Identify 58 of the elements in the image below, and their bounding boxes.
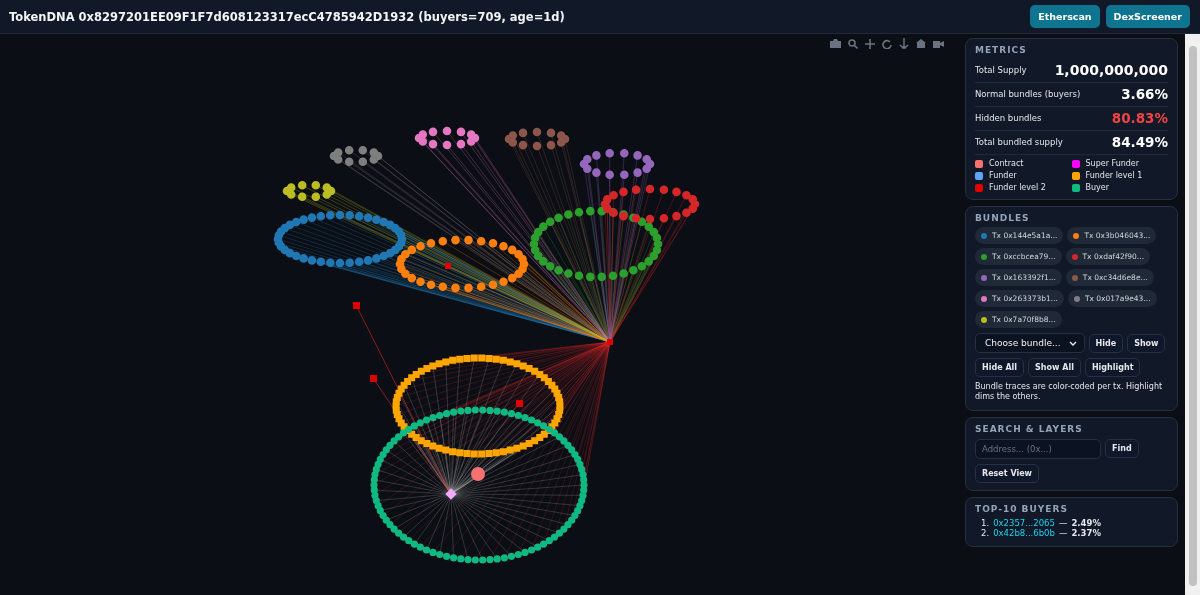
legend-label: Super Funder	[1085, 159, 1140, 168]
metric-label: Total Supply	[975, 65, 1027, 75]
separator-dash: —	[1058, 528, 1068, 540]
metric-value: 84.49%	[1111, 134, 1168, 150]
camera-icon[interactable]	[830, 39, 841, 48]
square-node	[370, 375, 377, 382]
address-input[interactable]: Address... (0x...)	[975, 438, 1101, 459]
metric-label: Total bundled supply	[975, 137, 1063, 147]
address-link[interactable]: 0x2357...2065	[993, 517, 1055, 529]
metric-label: Hidden bundles	[975, 113, 1042, 123]
section-title: BUNDLES	[975, 213, 1031, 223]
rank-number: 1.	[981, 517, 990, 529]
rank-number: 2.	[981, 528, 990, 540]
rotate-icon[interactable]	[882, 38, 892, 49]
caret-icon	[1068, 340, 1077, 346]
action-button[interactable]: Hide All	[975, 358, 1025, 377]
metric-value: 1,000,000,000	[1054, 62, 1168, 78]
share-value: 2.49%	[1071, 517, 1101, 529]
diamond-node	[445, 488, 457, 500]
section-title: SEARCH & LAYERS	[975, 423, 1084, 434]
legend-label: Contract	[989, 159, 1024, 168]
home-icon[interactable]	[916, 39, 926, 48]
page-title: TokenDNA 0x8297201EE09F1F7d608123317ecC4785942D1932 (buyers=709, age=1d)	[9, 9, 565, 24]
node-ring	[414, 126, 480, 150]
pan-icon[interactable]	[865, 38, 875, 49]
square-node	[607, 339, 613, 345]
node-ring	[282, 181, 336, 201]
legend-label: Buyer	[1085, 183, 1109, 192]
bundle-dropdown[interactable]: Choose bundle...	[975, 333, 1085, 353]
square-node	[516, 400, 523, 407]
link-button[interactable]: DexScreener	[1105, 5, 1190, 28]
legend-label: Funder level 2	[989, 183, 1046, 192]
address-link[interactable]: 0x42b8...6b0b	[993, 528, 1055, 540]
circle-node	[471, 467, 485, 481]
help-text: Bundle traces are color-coded per tx. Highlight dims the others.	[975, 382, 1164, 403]
action-button[interactable]: Hide	[1088, 333, 1124, 353]
node-ring	[504, 127, 570, 151]
action-button[interactable]: Highlight	[1084, 358, 1141, 377]
share-value: 2.37%	[1071, 528, 1101, 540]
section-title: METRICS	[975, 45, 1028, 55]
scrollbar[interactable]	[1185, 34, 1200, 595]
square-node	[445, 263, 451, 269]
metric-value: 3.66%	[1121, 86, 1168, 102]
legend-label: Funder level 1	[1085, 171, 1143, 180]
action-button[interactable]: Show All	[1028, 358, 1081, 377]
metric-value: 80.83%	[1111, 110, 1168, 126]
section-title: TOP-10 BUYERS	[975, 503, 1069, 514]
square-node	[353, 302, 360, 309]
legend-label: Funder	[989, 171, 1017, 180]
zoom-icon[interactable]	[848, 38, 858, 49]
separator-dash: —	[1058, 517, 1068, 529]
action-button[interactable]: Show	[1127, 333, 1166, 353]
link-button[interactable]: Etherscan	[1030, 5, 1100, 28]
video-icon[interactable]	[933, 39, 944, 48]
reset-view-button[interactable]: Reset View	[975, 463, 1039, 483]
node-ring	[329, 146, 383, 166]
find-button[interactable]: Find	[1105, 439, 1139, 459]
metric-label: Normal bundles (buyers)	[975, 89, 1081, 99]
